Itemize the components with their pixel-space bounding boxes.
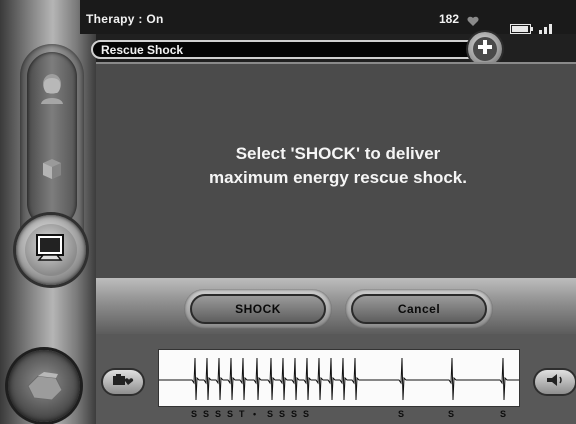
monitor-icon: [34, 233, 68, 268]
ecg-marker: S: [227, 409, 234, 419]
add-button[interactable]: [468, 32, 502, 66]
cube-icon[interactable]: [36, 152, 68, 184]
ecg-marker: S: [279, 409, 286, 419]
ecg-trace: [159, 357, 519, 401]
speaker-icon: [545, 373, 565, 392]
ecg-waveform: [159, 357, 519, 401]
ecg-display: [158, 349, 520, 407]
hand-button[interactable]: [8, 350, 80, 422]
ecg-marker: T: [239, 409, 245, 419]
cancel-button[interactable]: Cancel: [351, 294, 487, 324]
monitor-button[interactable]: [16, 215, 86, 285]
signal-icon: [539, 24, 555, 36]
battery-icon: [510, 24, 534, 36]
hand-icon: [22, 364, 66, 409]
ecg-marker: S: [303, 409, 310, 419]
message-line-1: Select 'SHOCK' to deliver: [235, 144, 441, 163]
heart-rate: 182: [439, 12, 460, 26]
volume-button[interactable]: [535, 370, 575, 394]
heart-icon: [467, 14, 479, 32]
device-screen: Therapy : On 182 Rescue Shock Select 'SH…: [0, 0, 576, 424]
ecg-marker-row: S S S S T • S S S S S S S: [158, 409, 520, 423]
ecg-marker: S: [448, 409, 455, 419]
ecg-marker: S: [215, 409, 222, 419]
ecg-marker: S: [203, 409, 210, 419]
shock-button[interactable]: SHOCK: [190, 294, 326, 324]
button-strip: [96, 278, 576, 334]
instruction-message: Select 'SHOCK' to deliver maximum energy…: [96, 142, 576, 190]
camera-heart-icon: [112, 373, 134, 392]
patient-icon[interactable]: [36, 72, 68, 104]
therapy-status: Therapy : On: [86, 12, 164, 26]
plus-icon: [477, 39, 493, 60]
ecg-marker: S: [398, 409, 405, 419]
ecg-marker: S: [267, 409, 274, 419]
ecg-marker: S: [191, 409, 198, 419]
capture-button[interactable]: [103, 370, 143, 394]
page-title: Rescue Shock: [101, 43, 184, 57]
device-status-icons: [510, 24, 555, 36]
ecg-marker: S: [500, 409, 507, 419]
message-line-2: maximum energy rescue shock.: [209, 168, 467, 187]
ecg-marker: •: [253, 409, 257, 419]
ecg-marker: S: [291, 409, 298, 419]
